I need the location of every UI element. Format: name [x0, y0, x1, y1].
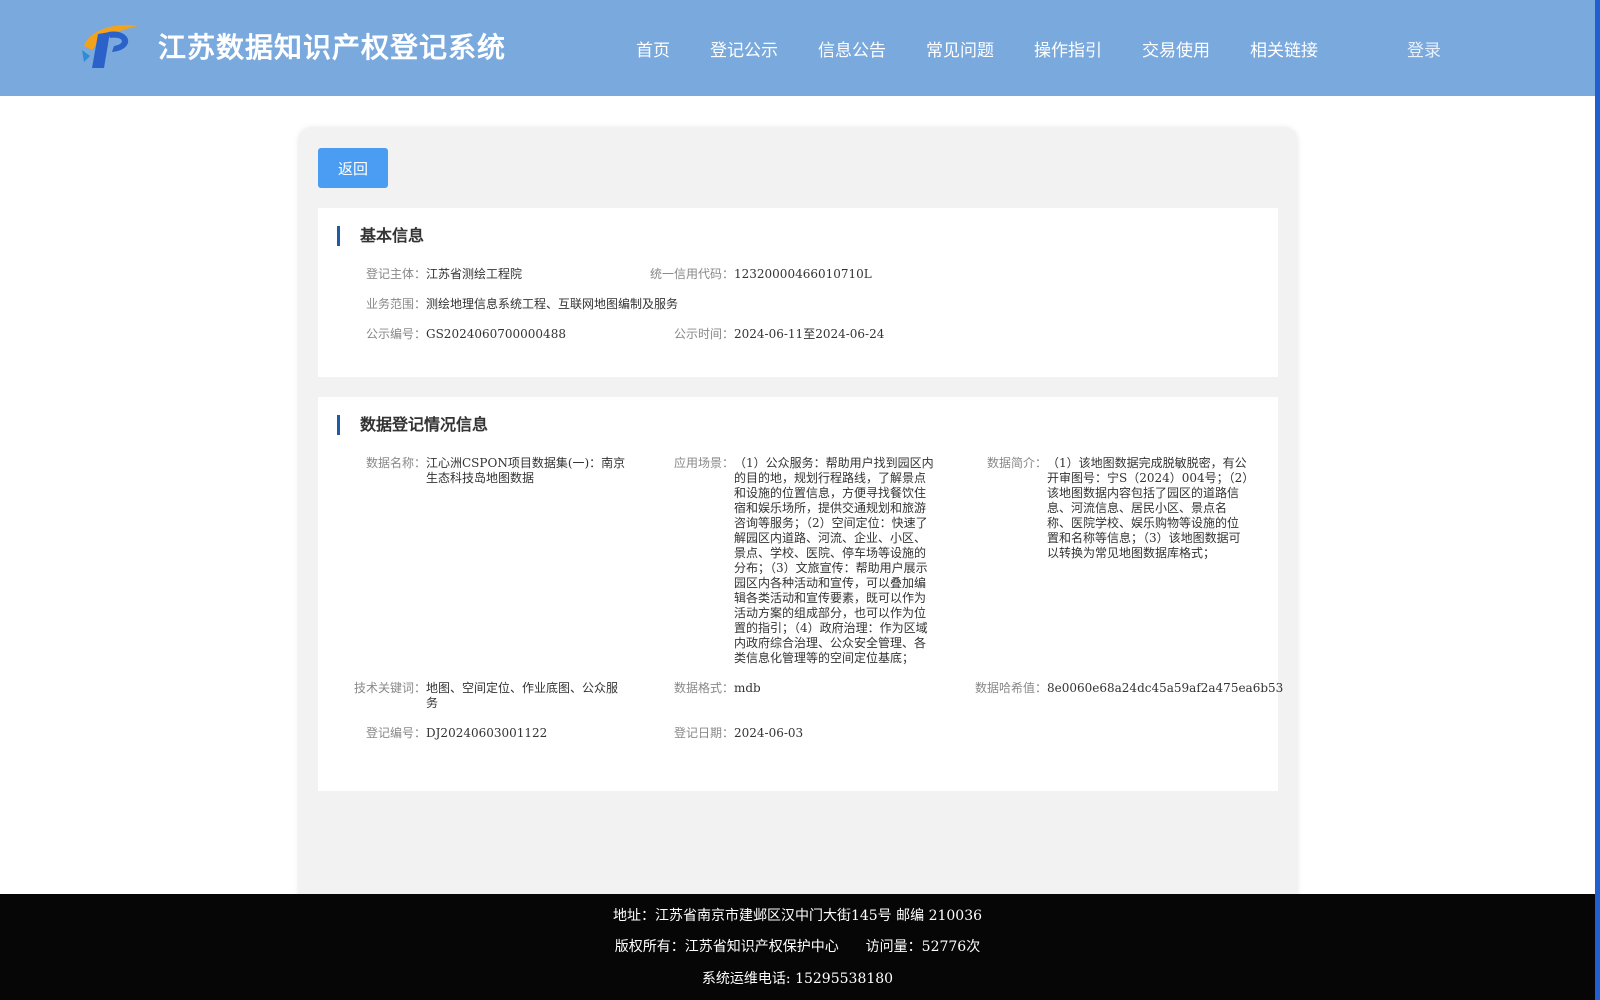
intro-label: 数据简介：: [986, 456, 1047, 470]
data-name-label: 数据名称：: [365, 456, 426, 470]
data-name-value: 江心洲CSPON项目数据集(一)：南京生态科技岛地图数据: [426, 456, 626, 485]
main-nav: 首页 登记公示 信息公告 常见问题 操作指引 交易使用 相关链接: [636, 36, 1358, 61]
nav-links[interactable]: 相关链接: [1250, 36, 1318, 61]
nav-trade[interactable]: 交易使用: [1142, 36, 1210, 61]
scope-row: 业务范围： 测绘地理信息系统工程、互联网地图编制及服务: [318, 297, 1278, 313]
footer-address: 地址：江苏省南京市建邺区汉中门大街145号 邮编 210036: [612, 908, 983, 924]
notice-time-label: 公示时间：: [673, 327, 734, 341]
site-logo-icon: [82, 24, 138, 68]
scene-label: 应用场景：: [673, 456, 734, 470]
section-title-basic: 基本信息: [337, 226, 424, 246]
format-value: mdb: [734, 681, 761, 695]
hash-value: 8e0060e68a24dc45a59af2a475ea6b53: [1047, 681, 1284, 695]
keywords-value: 地图、空间定位、作业底图、公众服务: [426, 681, 619, 710]
notice-no-value: GS2024060700000488: [426, 327, 566, 341]
footer-copyright: 版权所有：江苏省知识产权保护中心: [614, 939, 839, 955]
reg-date-value: 2024-06-03: [734, 726, 804, 740]
scope-value: 测绘地理信息系统工程、互联网地图编制及服务: [426, 297, 679, 311]
nav-faq[interactable]: 常见问题: [926, 36, 994, 61]
nav-home[interactable]: 首页: [636, 36, 670, 61]
hash-label: 数据哈希值：: [974, 681, 1047, 695]
section-title-data: 数据登记情况信息: [337, 415, 488, 435]
scene-value: （1）公众服务：帮助用户找到园区内的目的地，规划行程路线，了解景点和设施的位置信…: [734, 456, 934, 665]
nav-guide[interactable]: 操作指引: [1034, 36, 1102, 61]
site-title: 江苏数据知识产权登记系统: [158, 31, 507, 64]
data-main-row: 数据名称： 江心洲CSPON项目数据集(一)：南京生态科技岛地图数据 应用场景：…: [318, 456, 1278, 676]
credit-code-label: 统一信用代码：: [649, 267, 734, 281]
format-label: 数据格式：: [673, 681, 734, 695]
credit-code-value: 12320000466010710L: [734, 267, 872, 281]
footer: 地址：江苏省南京市建邺区汉中门大街145号 邮编 210036 版权所有：江苏省…: [0, 894, 1595, 1000]
nav-registration-notice[interactable]: 登记公示: [710, 36, 778, 61]
footer-phone: 系统运维电话: 15295538180: [701, 971, 894, 987]
reg-row: 登记编号： DJ20240603001122 登记日期： 2024-06-03: [318, 726, 1278, 742]
keywords-label: 技术关键词：: [353, 681, 426, 695]
footer-visits: 访问量：52776次: [865, 939, 981, 955]
intro-value: （1）该地图数据完成脱敏脱密，有公开审图号：宁S（2024）004号；（2）该地…: [1047, 456, 1249, 560]
subject-label: 登记主体：: [365, 267, 426, 281]
nav-info-announcement[interactable]: 信息公告: [818, 36, 886, 61]
keywords-row: 技术关键词： 地图、空间定位、作业底图、公众服务 数据格式： mdb 数据哈希值…: [318, 681, 1283, 713]
subject-value: 江苏省测绘工程院: [426, 267, 523, 281]
basic-info-card: 基本信息 登记主体： 江苏省测绘工程院 统一信用代码： 123200004660…: [318, 208, 1278, 377]
detail-panel: 返回 基本信息 登记主体： 江苏省测绘工程院 统一信用代码： 123200004…: [298, 127, 1298, 907]
notice-no-label: 公示编号：: [365, 327, 426, 341]
login-link[interactable]: 登录: [1407, 36, 1441, 61]
scrollbar[interactable]: [1595, 0, 1600, 1000]
scope-label: 业务范围：: [365, 297, 426, 311]
header: 江苏数据知识产权登记系统 首页 登记公示 信息公告 常见问题 操作指引 交易使用…: [0, 0, 1595, 96]
notice-time-value: 2024-06-11至2024-06-24: [734, 327, 885, 341]
reg-no-value: DJ20240603001122: [426, 726, 548, 740]
back-button[interactable]: 返回: [318, 148, 388, 188]
reg-date-label: 登记日期：: [673, 726, 734, 740]
notice-row: 公示编号： GS2024060700000488 公示时间： 2024-06-1…: [318, 327, 1278, 343]
subject-row: 登记主体： 江苏省测绘工程院 统一信用代码： 12320000466010710…: [318, 267, 1278, 283]
footer-copyright-row: 版权所有：江苏省知识产权保护中心 访问量：52776次: [0, 936, 1595, 956]
reg-no-label: 登记编号：: [365, 726, 426, 740]
data-info-card: 数据登记情况信息 数据名称： 江心洲CSPON项目数据集(一)：南京生态科技岛地…: [318, 397, 1283, 791]
